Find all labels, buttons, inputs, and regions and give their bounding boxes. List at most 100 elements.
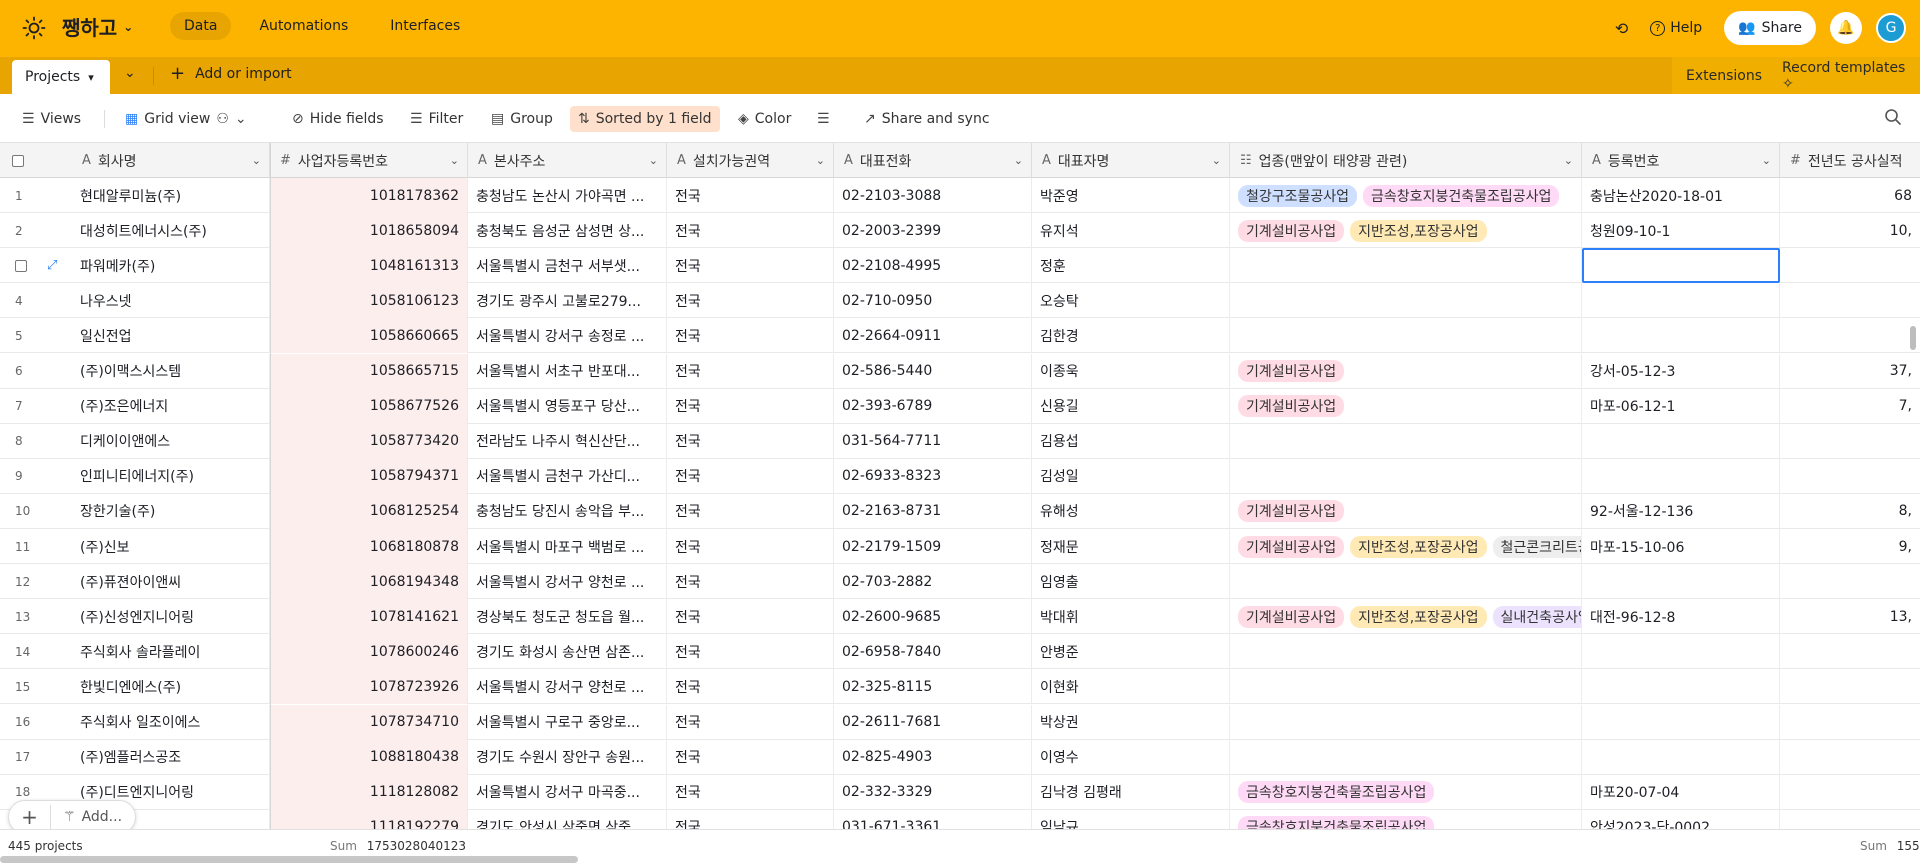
help-button[interactable]: ? Help bbox=[1642, 20, 1710, 36]
chevron-down-icon[interactable]: ⌄ bbox=[252, 154, 261, 167]
cell-phone[interactable]: 02-2611-7681 bbox=[834, 704, 1032, 740]
cell-perf[interactable] bbox=[1780, 740, 1920, 775]
share-and-sync-button[interactable]: ↗ Share and sync bbox=[864, 106, 990, 132]
cell-bizno[interactable]: 1058794371 bbox=[270, 458, 468, 494]
cell-company[interactable]: 장한기술(주) bbox=[72, 493, 270, 529]
extensions-button[interactable]: Extensions bbox=[1686, 68, 1768, 84]
cell-company[interactable]: 나우스넷 bbox=[72, 283, 270, 319]
table-row[interactable]: 11 (주)신보 1068180878 서울특별시 마포구 백범로 ... 전국 02-2… bbox=[0, 529, 1920, 564]
cell-phone[interactable]: 02-825-4903 bbox=[834, 739, 1032, 775]
chevron-down-icon[interactable]: ⌄ bbox=[1564, 154, 1573, 167]
cell-industry[interactable]: 기계설비공사업 bbox=[1230, 353, 1582, 389]
cell-regno[interactable]: 청원09-10-1 bbox=[1582, 213, 1780, 249]
column-header-company[interactable]: A 회사명 ⌄ bbox=[72, 143, 270, 178]
cell-region[interactable]: 전국 bbox=[667, 529, 834, 564]
table-row[interactable]: 13 (주)신성엔지니어링 1078141621 경상북도 청도군 청도읍 월... 전… bbox=[0, 599, 1920, 635]
cell-address[interactable]: 전라남도 나주시 혁신산단... bbox=[468, 423, 667, 459]
cell-regno[interactable]: 충남논산2020-18-01 bbox=[1582, 178, 1780, 213]
cell-regno[interactable] bbox=[1582, 634, 1780, 670]
cell-ceo[interactable]: 이영수 bbox=[1032, 739, 1230, 775]
table-row[interactable]: 15 한빛디엔에스(주) 1078723926 서울특별시 강서구 양천로 ... 전국… bbox=[0, 669, 1920, 705]
cell-industry[interactable] bbox=[1230, 669, 1582, 705]
cell-company[interactable]: (주)신성엔지니어링 bbox=[72, 599, 270, 635]
cell-ceo[interactable]: 김한경 bbox=[1032, 318, 1230, 354]
cell-industry[interactable] bbox=[1230, 318, 1582, 354]
cell-region[interactable]: 전국 bbox=[667, 774, 834, 810]
cell-industry[interactable] bbox=[1230, 634, 1582, 670]
cell-ceo[interactable]: 김성일 bbox=[1032, 458, 1230, 494]
cell-company[interactable]: 인피니티에너지(주) bbox=[72, 458, 270, 494]
table-row[interactable]: 2 대성히트에너시스(주) 1018658094 충청북도 음성군 삼성면 상... 전… bbox=[0, 213, 1920, 249]
cell-region[interactable]: 전국 bbox=[667, 283, 834, 319]
cell-region[interactable]: 전국 bbox=[667, 493, 834, 529]
add-or-import-button[interactable]: + Add or import bbox=[170, 65, 292, 83]
expand-record-icon[interactable]: ⤢ bbox=[47, 258, 57, 273]
table-row[interactable]: 14 주식회사 솔라플레이 1078600246 경기도 화성시 송산면 삼존... 전… bbox=[0, 634, 1920, 670]
cell-phone[interactable]: 02-325-8115 bbox=[834, 669, 1032, 705]
cell-region[interactable]: 전국 bbox=[667, 388, 834, 424]
cell-region[interactable]: 전국 bbox=[667, 739, 834, 775]
table-row[interactable]: 12 (주)퓨젼아이앤씨 1068194348 서울특별시 강서구 양천로 ... 전국… bbox=[0, 564, 1920, 600]
cell-region[interactable]: 전국 bbox=[667, 213, 834, 249]
cell-bizno[interactable]: 1118192279 bbox=[270, 809, 468, 829]
cell-region[interactable]: 전국 bbox=[667, 599, 834, 635]
cell-regno[interactable] bbox=[1582, 739, 1780, 775]
all-tables-chevron-icon[interactable]: ⌄ bbox=[124, 65, 136, 81]
cell-perf[interactable]: 37, bbox=[1780, 354, 1920, 389]
cell-company[interactable]: 대성히트에너시스(주) bbox=[72, 213, 270, 249]
cell-perf[interactable]: 8, bbox=[1780, 494, 1920, 529]
cell-industry[interactable]: 기계설비공사업 지반조성,포장공사업 실내건축공사업 bbox=[1230, 599, 1582, 635]
column-header-phone[interactable]: A 대표전화 ⌄ bbox=[834, 143, 1032, 178]
grid-view-button[interactable]: ▦ Grid view ⚇ ⌄ bbox=[125, 106, 247, 132]
cell-perf[interactable] bbox=[1780, 669, 1920, 704]
cell-ceo[interactable]: 신용길 bbox=[1032, 388, 1230, 424]
cell-company[interactable]: (주)퓨젼아이앤씨 bbox=[72, 564, 270, 600]
cell-ceo[interactable]: 임남규 bbox=[1032, 809, 1230, 829]
cell-perf[interactable] bbox=[1780, 810, 1920, 829]
cell-company[interactable]: (주)조은에너지 bbox=[72, 388, 270, 424]
cell-bizno[interactable]: 1068194348 bbox=[270, 564, 468, 600]
cell-ceo[interactable]: 정재문 bbox=[1032, 529, 1230, 564]
cell-address[interactable]: 서울특별시 금천구 가산디... bbox=[468, 458, 667, 494]
chevron-down-icon[interactable]: ⌄ bbox=[450, 154, 459, 167]
chevron-down-icon[interactable]: ⌄ bbox=[1014, 154, 1023, 167]
cell-regno[interactable] bbox=[1582, 458, 1780, 494]
cell-industry[interactable] bbox=[1230, 458, 1582, 494]
table-row[interactable]: ⤢ 파워메카(주) 1048161313 서울특별시 금천구 서부샛... 전국 02-2… bbox=[0, 248, 1920, 284]
cell-bizno[interactable]: 1088180438 bbox=[270, 739, 468, 775]
table-row[interactable]: 9 인피니티에너지(주) 1058794371 서울특별시 금천구 가산디... 전국 0… bbox=[0, 458, 1920, 494]
cell-region[interactable]: 전국 bbox=[667, 178, 834, 213]
cell-address[interactable]: 충청북도 음성군 삼성면 상... bbox=[468, 213, 667, 249]
cell-company[interactable]: 주식회사 일조이에스 bbox=[72, 704, 270, 740]
table-row[interactable]: 6 (주)이맥스시스템 1058665715 서울특별시 서초구 반포대... 전국 02… bbox=[0, 353, 1920, 389]
column-header-bizno[interactable]: # 사업자등록번호 ⌄ bbox=[270, 143, 468, 178]
cell-regno[interactable]: 안성2023-단-0002 bbox=[1582, 809, 1780, 829]
cell-bizno[interactable]: 1068180878 bbox=[270, 529, 468, 564]
cell-ceo[interactable]: 김용섭 bbox=[1032, 423, 1230, 459]
cell-bizno[interactable]: 1058106123 bbox=[270, 283, 468, 319]
cell-bizno[interactable]: 1118128082 bbox=[270, 774, 468, 810]
cell-perf[interactable]: 13, bbox=[1780, 599, 1920, 634]
row-height-button[interactable]: ☰ bbox=[817, 106, 830, 132]
cell-regno[interactable] bbox=[1582, 423, 1780, 459]
plus-icon[interactable]: + bbox=[9, 805, 51, 829]
cell-region[interactable]: 전국 bbox=[667, 669, 834, 705]
cell-perf[interactable] bbox=[1780, 248, 1920, 283]
cell-address[interactable]: 경기도 화성시 송산면 삼존... bbox=[468, 634, 667, 670]
cell-industry[interactable]: 금속창호지붕건축물조립공사업 bbox=[1230, 774, 1582, 810]
cell-address[interactable]: 서울특별시 금천구 서부샛... bbox=[468, 248, 667, 284]
cell-company[interactable]: 주식회사 솔라플레이 bbox=[72, 634, 270, 670]
cell-bizno[interactable]: 1058660665 bbox=[270, 318, 468, 354]
cell-ceo[interactable]: 이현화 bbox=[1032, 669, 1230, 705]
table-row[interactable]: 1118192279 경기도 안성시 삼죽면 삼죽... 전국 031-671-336… bbox=[0, 809, 1920, 829]
cell-industry[interactable] bbox=[1230, 564, 1582, 600]
cell-company[interactable]: 현대알루미늄(주) bbox=[72, 178, 270, 213]
add-menu-button[interactable]: ⚚ Add... bbox=[51, 809, 122, 825]
column-header-industry[interactable]: ☷ 업종(맨앞이 태양광 관련) ⌄ bbox=[1230, 143, 1582, 178]
cell-industry[interactable]: 기계설비공사업 bbox=[1230, 493, 1582, 529]
cell-phone[interactable]: 02-6933-8323 bbox=[834, 458, 1032, 494]
cell-bizno[interactable]: 1058665715 bbox=[270, 353, 468, 389]
cell-industry[interactable] bbox=[1230, 423, 1582, 459]
cell-phone[interactable]: 02-2103-3088 bbox=[834, 178, 1032, 213]
cell-address[interactable]: 경기도 안성시 삼죽면 삼죽... bbox=[468, 809, 667, 829]
